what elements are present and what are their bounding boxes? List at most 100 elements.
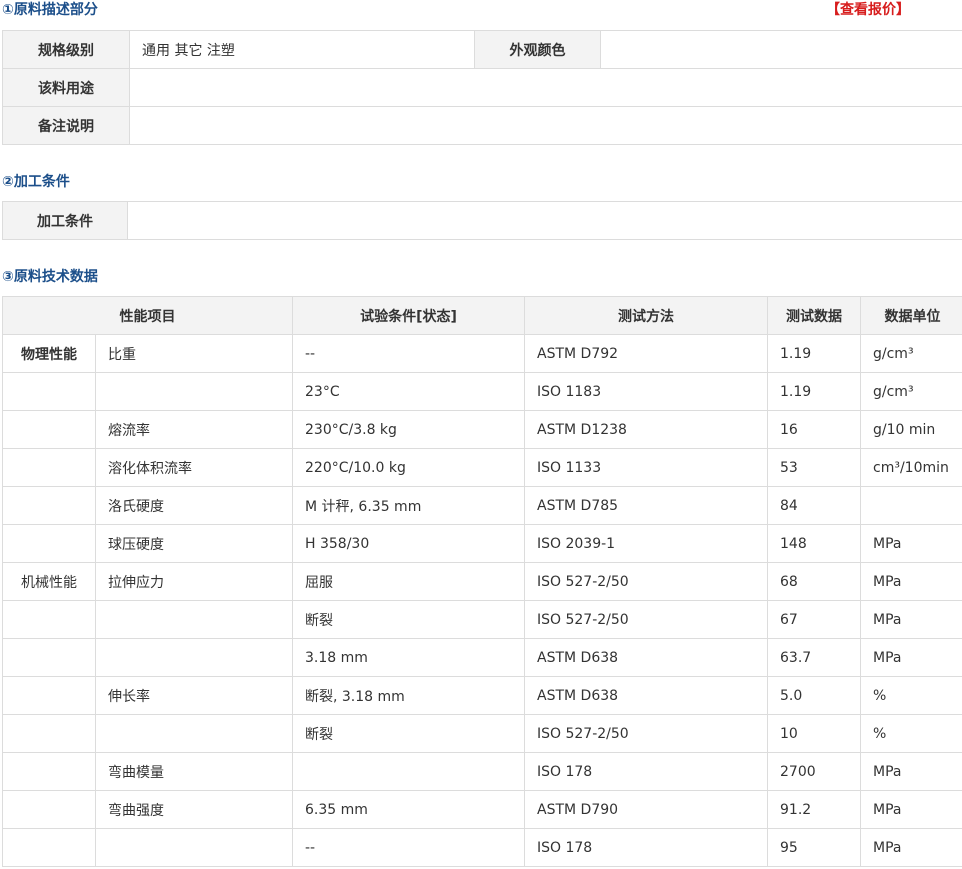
color-value xyxy=(600,30,962,69)
category-cell xyxy=(2,790,96,829)
category-cell xyxy=(2,600,96,639)
table-row: 球压硬度 H 358/30 ISO 2039-1 148 MPa xyxy=(2,524,962,563)
method-cell: ISO 178 xyxy=(524,828,768,867)
value-cell: 91.2 xyxy=(767,790,861,829)
condition-cell xyxy=(292,752,525,791)
header-value: 测试数据 xyxy=(767,296,861,335)
property-cell: 弯曲强度 xyxy=(95,790,293,829)
property-cell xyxy=(95,638,293,677)
property-cell: 洛氏硬度 xyxy=(95,486,293,525)
value-cell: 10 xyxy=(767,714,861,753)
category-cell xyxy=(2,410,96,449)
condition-cell: M 计秤, 6.35 mm xyxy=(292,486,525,525)
condition-cell: 断裂, 3.18 mm xyxy=(292,676,525,715)
method-cell: ASTM D1238 xyxy=(524,410,768,449)
table-row: 熔流率 230°C/3.8 kg ASTM D1238 16 g/10 min xyxy=(2,410,962,449)
category-cell xyxy=(2,676,96,715)
condition-cell: 屈服 xyxy=(292,562,525,601)
table-row: 弯曲强度 6.35 mm ASTM D790 91.2 MPa xyxy=(2,790,962,829)
description-table: 规格级别 通用 其它 注塑 外观颜色 该料用途 备注说明 xyxy=(2,30,962,145)
header-unit: 数据单位 xyxy=(860,296,962,335)
category-cell xyxy=(2,524,96,563)
unit-cell: cm³/10min xyxy=(860,448,962,487)
method-cell: ISO 527-2/50 xyxy=(524,600,768,639)
property-cell: 熔流率 xyxy=(95,410,293,449)
property-cell xyxy=(95,600,293,639)
unit-cell: MPa xyxy=(860,828,962,867)
property-cell: 拉伸应力 xyxy=(95,562,293,601)
value-cell: 1.19 xyxy=(767,372,861,411)
description-row-notes: 备注说明 xyxy=(2,106,962,145)
value-cell: 67 xyxy=(767,600,861,639)
view-quote-link[interactable]: 【查看报价】 xyxy=(826,0,910,20)
table-row: 23°C ISO 1183 1.19 g/cm³ xyxy=(2,372,962,411)
method-cell: ASTM D638 xyxy=(524,638,768,677)
condition-cell: -- xyxy=(292,334,525,373)
header-method: 测试方法 xyxy=(524,296,768,335)
method-cell: ASTM D785 xyxy=(524,486,768,525)
condition-cell: 6.35 mm xyxy=(292,790,525,829)
color-label: 外观颜色 xyxy=(474,30,601,69)
condition-cell: -- xyxy=(292,828,525,867)
property-cell: 弯曲模量 xyxy=(95,752,293,791)
method-cell: ISO 1133 xyxy=(524,448,768,487)
method-cell: ASTM D638 xyxy=(524,676,768,715)
notes-label: 备注说明 xyxy=(2,106,130,145)
description-row-usage: 该料用途 xyxy=(2,68,962,107)
value-cell: 148 xyxy=(767,524,861,563)
grade-value: 通用 其它 注塑 xyxy=(129,30,475,69)
condition-cell: 3.18 mm xyxy=(292,638,525,677)
value-cell: 84 xyxy=(767,486,861,525)
value-cell: 53 xyxy=(767,448,861,487)
processing-table: 加工条件 xyxy=(2,201,962,240)
table-row: 断裂 ISO 527-2/50 10 % xyxy=(2,714,962,753)
unit-cell: MPa xyxy=(860,600,962,639)
grade-label: 规格级别 xyxy=(2,30,130,69)
unit-cell: g/cm³ xyxy=(860,372,962,411)
table-row: 机械性能 拉伸应力 屈服 ISO 527-2/50 68 MPa xyxy=(2,562,962,601)
unit-cell xyxy=(860,486,962,525)
condition-cell: 23°C xyxy=(292,372,525,411)
unit-cell: MPa xyxy=(860,752,962,791)
unit-cell: % xyxy=(860,676,962,715)
method-cell: ISO 527-2/50 xyxy=(524,562,768,601)
property-cell: 溶化体积流率 xyxy=(95,448,293,487)
table-row: 3.18 mm ASTM D638 63.7 MPa xyxy=(2,638,962,677)
table-row: 伸长率 断裂, 3.18 mm ASTM D638 5.0 % xyxy=(2,676,962,715)
category-cell xyxy=(2,714,96,753)
category-cell xyxy=(2,486,96,525)
value-cell: 2700 xyxy=(767,752,861,791)
usage-label: 该料用途 xyxy=(2,68,130,107)
technical-data-table: 性能项目 试验条件[状态] 测试方法 测试数据 数据单位 物理性能 比重 -- … xyxy=(2,296,962,867)
property-cell xyxy=(95,714,293,753)
header-condition: 试验条件[状态] xyxy=(292,296,525,335)
header-property: 性能项目 xyxy=(2,296,293,335)
unit-cell: MPa xyxy=(860,790,962,829)
table-row: -- ISO 178 95 MPa xyxy=(2,828,962,867)
category-cell xyxy=(2,638,96,677)
notes-value xyxy=(129,106,962,145)
table-row: 洛氏硬度 M 计秤, 6.35 mm ASTM D785 84 xyxy=(2,486,962,525)
unit-cell: g/cm³ xyxy=(860,334,962,373)
table-row: 溶化体积流率 220°C/10.0 kg ISO 1133 53 cm³/10m… xyxy=(2,448,962,487)
condition-cell: 断裂 xyxy=(292,600,525,639)
category-cell xyxy=(2,372,96,411)
method-cell: ASTM D792 xyxy=(524,334,768,373)
description-row-grade: 规格级别 通用 其它 注塑 外观颜色 xyxy=(2,30,962,69)
section-title-technical-data: ③原料技术数据 xyxy=(2,269,98,285)
processing-row: 加工条件 xyxy=(2,201,962,240)
processing-value xyxy=(127,201,962,240)
table-row: 物理性能 比重 -- ASTM D792 1.19 g/cm³ xyxy=(2,334,962,373)
category-cell: 机械性能 xyxy=(2,562,96,601)
value-cell: 16 xyxy=(767,410,861,449)
processing-label: 加工条件 xyxy=(2,201,128,240)
property-cell xyxy=(95,372,293,411)
value-cell: 1.19 xyxy=(767,334,861,373)
category-cell: 物理性能 xyxy=(2,334,96,373)
section-title-description: ①原料描述部分 xyxy=(2,2,98,18)
category-cell xyxy=(2,828,96,867)
condition-cell: H 358/30 xyxy=(292,524,525,563)
table-row: 断裂 ISO 527-2/50 67 MPa xyxy=(2,600,962,639)
property-cell: 比重 xyxy=(95,334,293,373)
method-cell: ISO 527-2/50 xyxy=(524,714,768,753)
